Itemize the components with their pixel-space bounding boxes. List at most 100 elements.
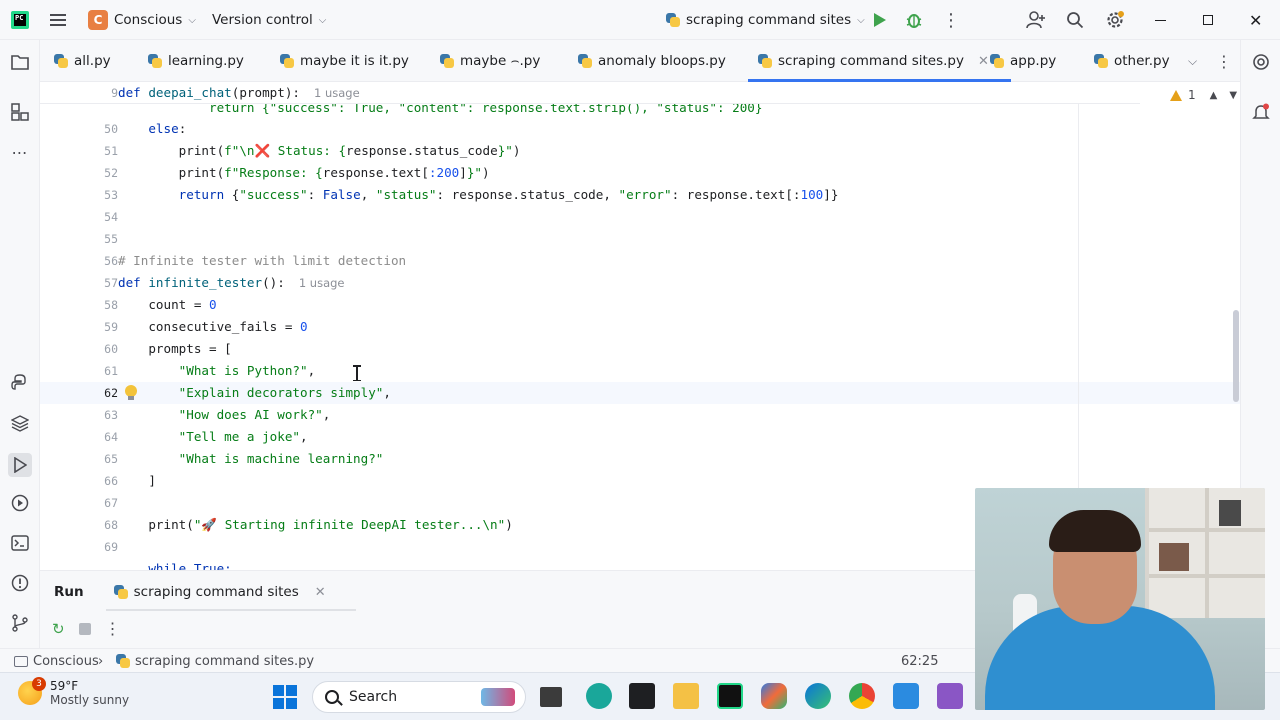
code-text: ,: [300, 429, 308, 444]
usage-hint[interactable]: 1 usage: [314, 86, 360, 100]
tab-label: learning.py: [168, 53, 244, 69]
rerun-icon[interactable]: ↻: [52, 620, 65, 638]
run-tool-button[interactable]: [8, 453, 32, 477]
bell-icon: [1252, 103, 1270, 119]
lightbulb-icon[interactable]: [124, 385, 138, 401]
run-tab-scraping-command-sites[interactable]: scraping command sites ✕: [105, 571, 356, 613]
problems-tool-button[interactable]: [10, 573, 30, 593]
file-explorer-icon[interactable]: [673, 683, 699, 709]
code-text: ,: [322, 407, 331, 422]
visual-studio-icon[interactable]: [937, 683, 963, 709]
copilot-icon[interactable]: [761, 683, 787, 709]
code-with-me-button[interactable]: [1026, 0, 1046, 40]
vscode-icon[interactable]: [893, 683, 919, 709]
folder-icon: [14, 655, 28, 667]
tab-list-dropdown[interactable]: ⌵: [1188, 40, 1197, 82]
breadcrumb-file[interactable]: scraping command sites.py: [116, 649, 314, 673]
code-line-60: prompts = [: [118, 338, 231, 360]
structure-tool-button[interactable]: [10, 102, 30, 122]
line-number: 67: [104, 496, 118, 510]
tab-all-py[interactable]: all.py: [54, 40, 111, 82]
vertical-dots-icon: ⋮: [942, 9, 960, 31]
tab-anomaly-bloops-py[interactable]: anomaly bloops.py: [578, 40, 726, 82]
tab-learning-py[interactable]: learning.py: [148, 40, 244, 82]
maximize-button[interactable]: [1203, 0, 1213, 40]
folder-icon: [11, 55, 29, 70]
python-file-icon: [666, 13, 680, 27]
arduino-icon[interactable]: [586, 683, 612, 709]
tab-maybe-it-is-it-py[interactable]: maybe it is it.py: [280, 40, 409, 82]
start-button[interactable]: [273, 685, 297, 709]
vertical-dots-icon[interactable]: ⋮: [105, 619, 121, 638]
terminal-app-icon[interactable]: [629, 683, 655, 709]
windows-logo-icon: [273, 685, 284, 696]
close-tab-icon[interactable]: ✕: [315, 585, 326, 600]
breadcrumb-project[interactable]: Conscious: [14, 649, 99, 673]
code-text: print(: [178, 143, 225, 158]
python-file-icon: [113, 585, 128, 599]
chevron-up-icon[interactable]: ▲: [1210, 90, 1218, 101]
terminal-icon: [11, 535, 29, 551]
search-icon: [325, 690, 339, 704]
project-widget[interactable]: C Conscious ⌵: [88, 0, 196, 40]
pycharm-logo-icon[interactable]: PC: [11, 0, 29, 40]
pycharm-taskbar-icon[interactable]: [717, 683, 743, 709]
tab-app-py[interactable]: app.py: [990, 40, 1056, 82]
caret-position[interactable]: 62:25: [901, 649, 938, 673]
temperature: 59°F: [50, 679, 79, 693]
editor-scrollbar[interactable]: [1233, 310, 1239, 402]
close-window-button[interactable]: ✕: [1249, 0, 1262, 40]
code-line-63: "How does AI work?",: [118, 404, 331, 426]
string-literal: "How does AI work?": [178, 407, 323, 422]
code-text: ,: [360, 187, 376, 202]
edge-icon[interactable]: [805, 683, 831, 709]
restore-icon: [1203, 15, 1213, 25]
settings-button[interactable]: [1105, 0, 1125, 40]
weather-widget[interactable]: 3 59°F Mostly sunny: [18, 677, 129, 707]
tab-more-button[interactable]: ⋮: [1216, 40, 1232, 82]
chevron-right-icon: ›: [98, 653, 104, 669]
number-literal: 0: [209, 297, 217, 312]
project-badge: C: [88, 10, 108, 30]
version-control-widget[interactable]: Version control ⌵: [212, 0, 326, 40]
terminal-tool-button[interactable]: [10, 533, 30, 553]
line-number: 50: [104, 122, 118, 136]
run-button[interactable]: [874, 0, 886, 40]
more-tools-button[interactable]: ⋯: [10, 142, 30, 162]
line-number: 66: [104, 474, 118, 488]
tab-maybe-py[interactable]: maybe ⌢.py: [440, 40, 540, 82]
tab-other-py[interactable]: other.py: [1094, 40, 1170, 82]
project-tool-button[interactable]: [10, 52, 30, 72]
python-console-button[interactable]: [10, 373, 30, 393]
text-cursor-icon: [353, 365, 361, 381]
code-text: ]: [459, 165, 467, 180]
git-tool-button[interactable]: [10, 613, 30, 633]
debug-button[interactable]: [905, 0, 923, 40]
inspection-widget[interactable]: 1 ▲ ▼: [1170, 86, 1237, 104]
chrome-icon[interactable]: [849, 683, 875, 709]
task-view-icon[interactable]: [540, 687, 562, 707]
code-text: {: [224, 187, 240, 202]
close-tab-icon[interactable]: ✕: [978, 54, 989, 69]
python-packages-button[interactable]: [10, 413, 30, 433]
tab-scraping-command-sites-py[interactable]: scraping command sites.py ✕: [748, 40, 1011, 82]
more-actions-button[interactable]: ⋮: [942, 0, 960, 40]
taskbar-search[interactable]: Search: [312, 681, 526, 713]
run-config-selector[interactable]: scraping command sites ⌵: [666, 0, 865, 40]
tab-label: app.py: [1010, 53, 1057, 69]
sticky-scope-header[interactable]: 9 def deepai_chat(prompt): 1 usage: [40, 82, 1140, 104]
chevron-down-icon[interactable]: ▼: [1229, 90, 1237, 101]
usage-hint[interactable]: 1 usage: [299, 276, 345, 290]
notifications-button[interactable]: [1251, 102, 1271, 122]
search-everywhere-button[interactable]: [1066, 0, 1084, 40]
run-panel-title: Run: [54, 584, 84, 600]
main-menu-button[interactable]: [50, 0, 66, 40]
ai-assistant-button[interactable]: [1251, 52, 1271, 72]
line-number: 9: [111, 86, 118, 100]
services-tool-button[interactable]: [10, 493, 30, 513]
minimize-button[interactable]: [1155, 0, 1166, 40]
line-number: 63: [104, 408, 118, 422]
code-line-68: print("🚀 Starting infinite DeepAI tester…: [118, 514, 512, 536]
horizontal-dots-icon: ⋯: [11, 142, 29, 162]
stop-icon[interactable]: [78, 622, 91, 635]
